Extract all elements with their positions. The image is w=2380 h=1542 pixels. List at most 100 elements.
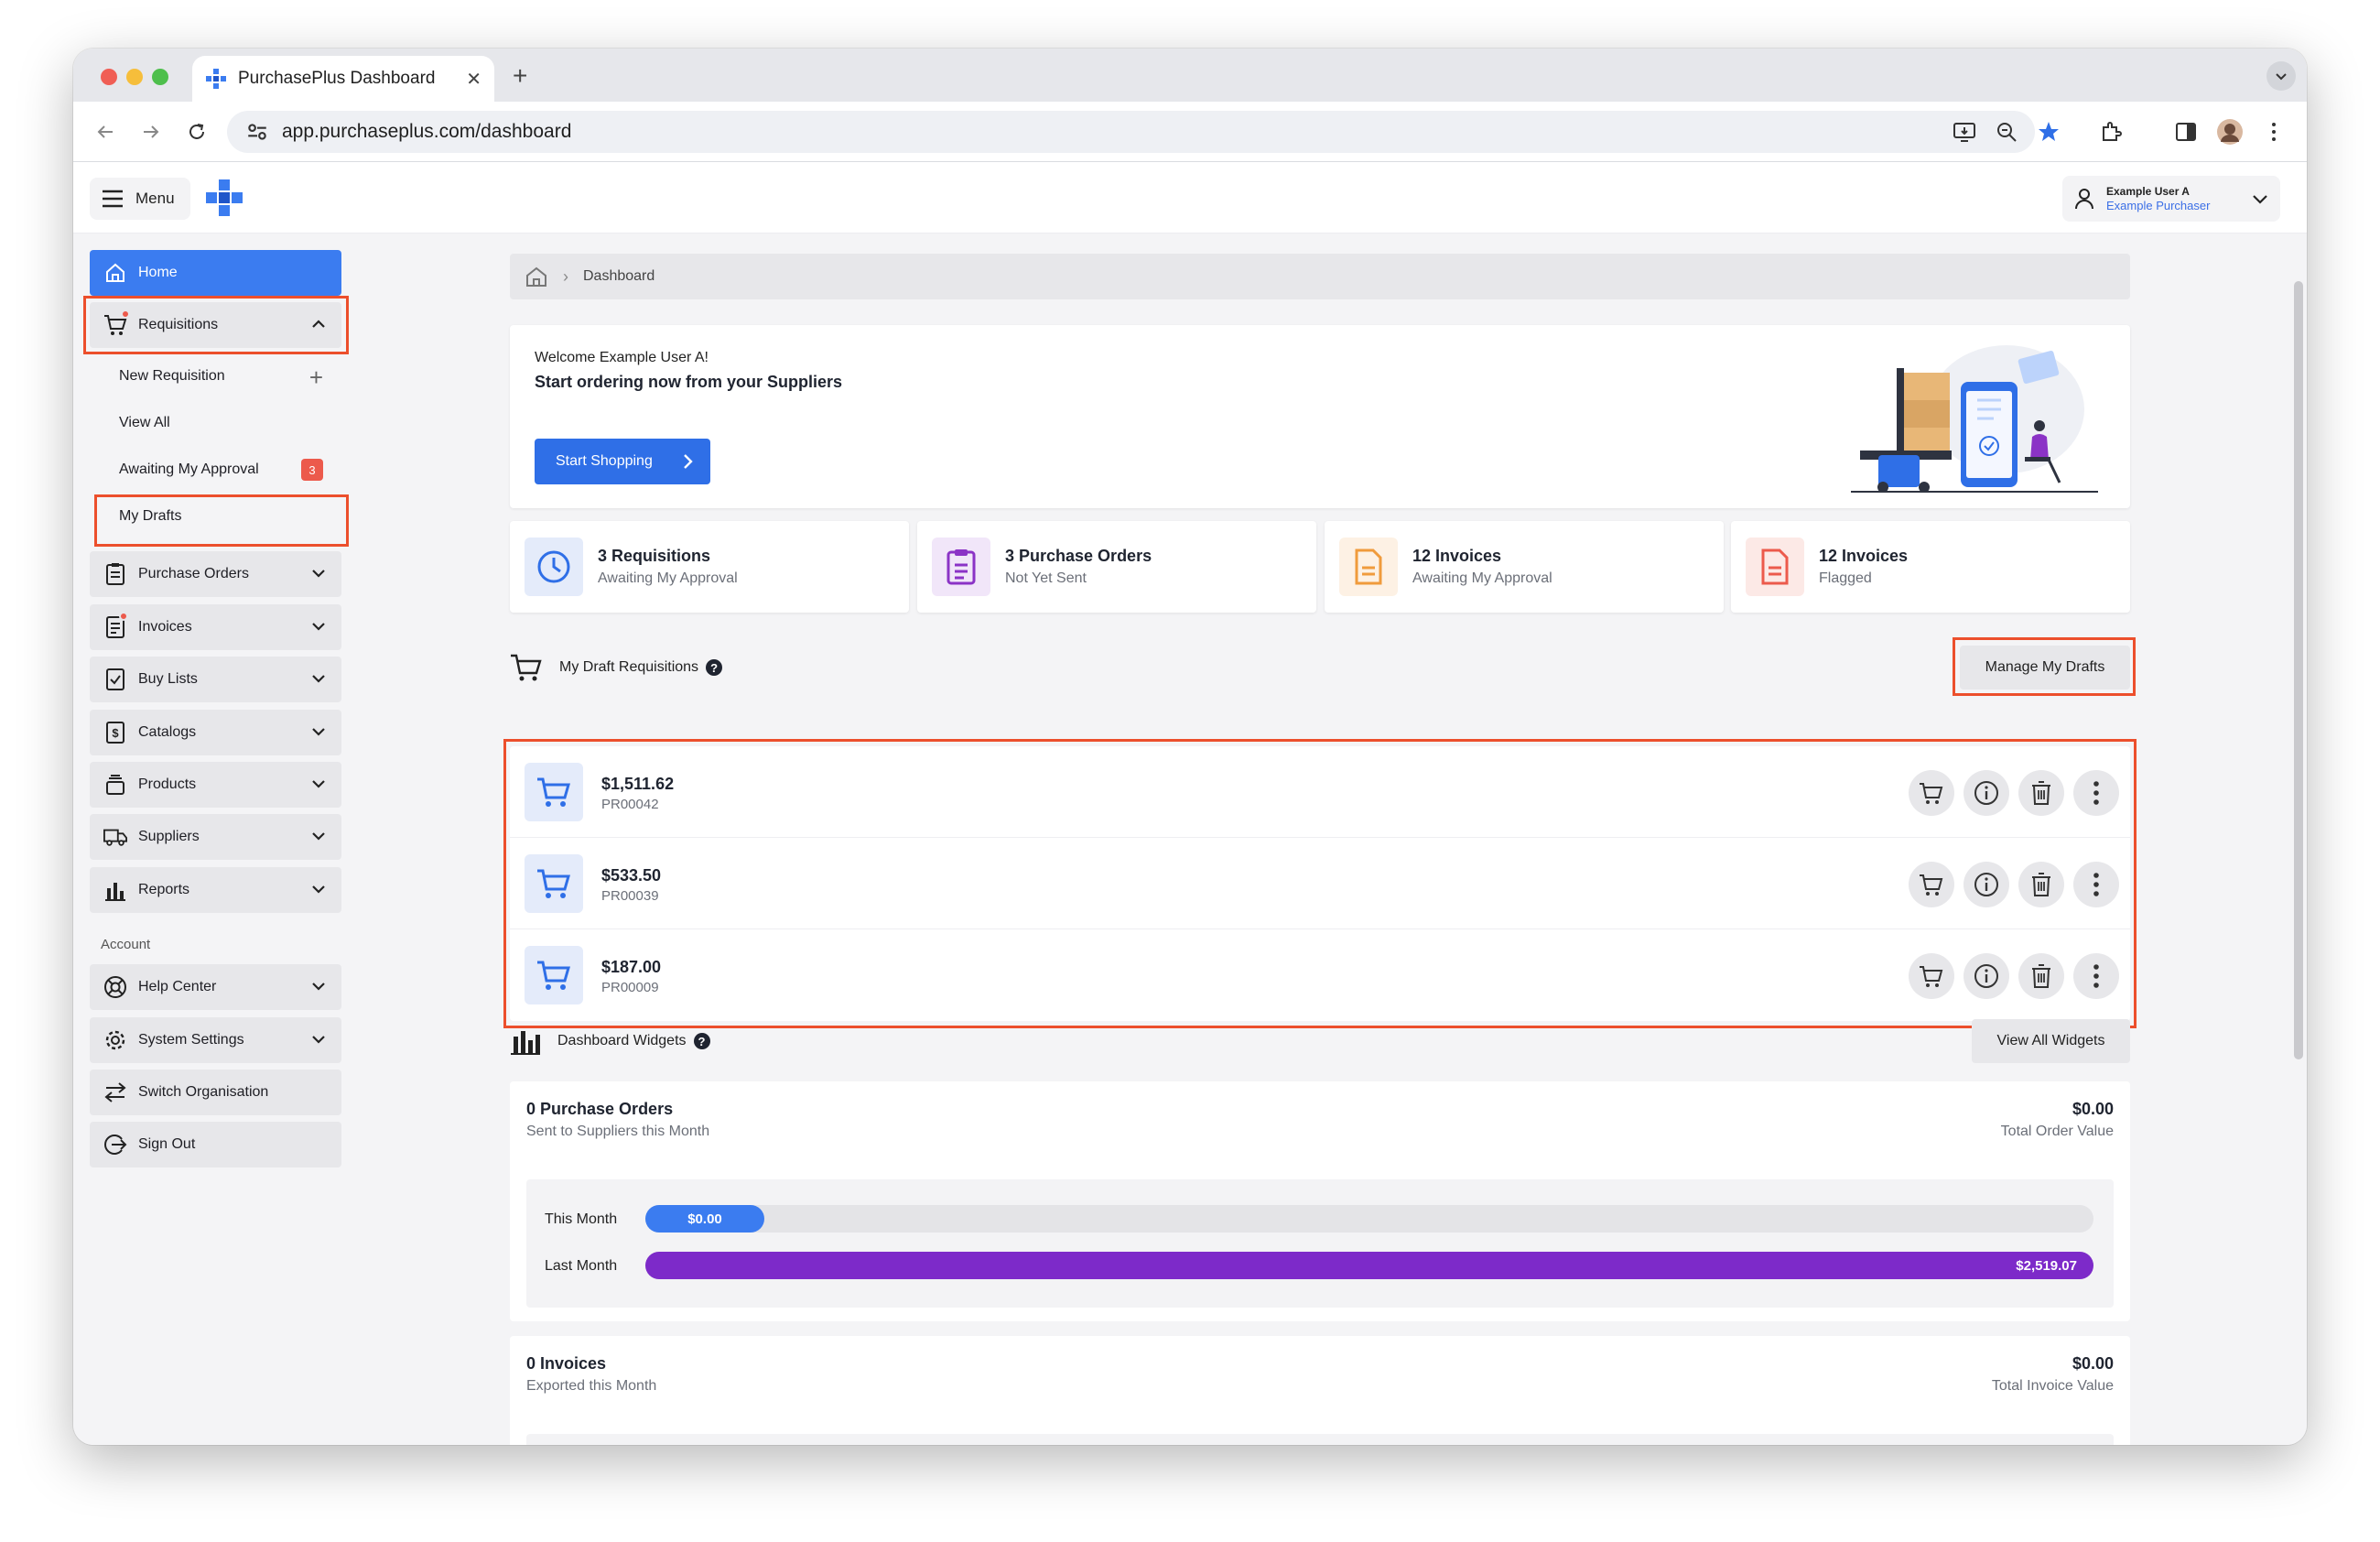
maximize-window-button[interactable]	[152, 69, 168, 85]
start-shopping-label: Start Shopping	[556, 453, 653, 469]
sidebar-item-switch-organisation[interactable]: Switch Organisation	[90, 1070, 341, 1115]
sidebar-item-sign-out[interactable]: Sign Out	[90, 1122, 341, 1167]
purchase-orders-widget: 0 Purchase Orders Sent to Suppliers this…	[510, 1081, 2130, 1321]
chevron-down-icon	[312, 675, 325, 683]
drafts-section-header: My Draft Requisitions ?	[510, 649, 723, 686]
menu-button[interactable]: Menu	[90, 178, 190, 220]
widgets-heading: Dashboard Widgets	[557, 1033, 687, 1048]
widget-title: 0 Purchase Orders	[526, 1100, 674, 1118]
bar-label-this-month: This Month	[545, 1211, 618, 1227]
breadcrumb: › Dashboard	[510, 254, 2130, 299]
widget-bar-panel	[526, 1434, 2114, 1445]
sidebar-item-suppliers[interactable]: Suppliers	[90, 814, 341, 860]
app-content: Menu Example User A Example Purchaser Ho…	[73, 162, 2307, 1445]
highlight-box	[503, 739, 2137, 1028]
tab-strip: PurchasePlus Dashboard ✕ +	[73, 49, 2307, 102]
help-icon[interactable]: ?	[706, 659, 723, 676]
close-window-button[interactable]	[101, 69, 117, 85]
sidebar-subitem-new-requisition[interactable]: New Requisition +	[119, 358, 341, 395]
app-header: Menu Example User A Example Purchaser	[73, 162, 2307, 233]
home-icon	[103, 261, 127, 285]
side-panel-button[interactable]	[2171, 117, 2201, 147]
widget-value-label: Total Order Value	[2000, 1124, 2114, 1139]
stat-card-purchase-orders[interactable]: 3 Purchase Orders Not Yet Sent	[917, 521, 1316, 613]
sidebar-item-label: Catalogs	[138, 724, 197, 740]
user-menu[interactable]: Example User A Example Purchaser	[2062, 176, 2280, 222]
sign-out-icon	[103, 1133, 127, 1156]
view-all-widgets-button[interactable]: View All Widgets	[1972, 1019, 2130, 1063]
plus-icon[interactable]: +	[309, 364, 323, 392]
tab-close-icon[interactable]: ✕	[466, 68, 481, 91]
stat-subtitle: Awaiting My Approval	[598, 570, 738, 586]
sidebar-item-products[interactable]: Products	[90, 762, 341, 808]
clipboard-list-icon	[932, 538, 990, 596]
tab-search-button[interactable]	[2266, 61, 2296, 91]
chevron-down-icon	[2253, 195, 2267, 204]
install-app-icon	[1953, 123, 1975, 142]
bookmark-button[interactable]	[2034, 117, 2063, 147]
home-icon[interactable]	[525, 266, 548, 288]
stat-title: 12 Invoices	[1819, 547, 1909, 565]
browser-tab[interactable]: PurchasePlus Dashboard ✕	[192, 56, 494, 102]
sidebar-item-help-center[interactable]: Help Center	[90, 964, 341, 1010]
stat-title: 12 Invoices	[1412, 547, 1502, 565]
sidebar-item-catalogs[interactable]: $ Catalogs	[90, 710, 341, 755]
breadcrumb-current: Dashboard	[583, 268, 655, 284]
bar-track-this-month: $0.00	[645, 1205, 2093, 1233]
user-info: Example User A Example Purchaser	[2106, 184, 2251, 213]
subitem-label: Awaiting My Approval	[119, 462, 259, 477]
site-settings-icon[interactable]	[245, 120, 269, 144]
sidebar-item-label: Invoices	[138, 619, 192, 635]
sidebar-item-label: Switch Organisation	[138, 1084, 269, 1100]
view-all-widgets-label: View All Widgets	[1996, 1033, 2105, 1048]
more-vertical-icon	[2272, 123, 2276, 141]
help-icon[interactable]: ?	[693, 1033, 710, 1049]
count-badge: 3	[301, 459, 323, 481]
zoom-button[interactable]	[1992, 117, 2021, 147]
sidebar-item-label: Home	[138, 265, 178, 280]
chevron-down-icon	[312, 728, 325, 736]
back-button[interactable]	[92, 118, 119, 146]
stat-card-invoices-approval[interactable]: 12 Invoices Awaiting My Approval	[1325, 521, 1724, 613]
stat-card-requisitions[interactable]: 3 Requisitions Awaiting My Approval	[510, 521, 909, 613]
sidebar-item-buy-lists[interactable]: Buy Lists	[90, 657, 341, 702]
browser-menu-button[interactable]	[2259, 117, 2288, 147]
purchaseplus-logo-icon[interactable]	[204, 178, 244, 218]
sidebar-subitem-view-all[interactable]: View All	[119, 405, 341, 441]
checklist-icon	[103, 668, 127, 691]
welcome-greeting: Welcome Example User A!	[535, 350, 709, 365]
lifebuoy-icon	[103, 975, 127, 999]
sidebar-subitem-awaiting-approval[interactable]: Awaiting My Approval 3	[119, 451, 341, 488]
address-bar[interactable]: app.purchaseplus.com/dashboard	[227, 111, 2035, 153]
stat-card-invoices-flagged[interactable]: 12 Invoices Flagged	[1731, 521, 2130, 613]
start-shopping-button[interactable]: Start Shopping	[535, 439, 710, 484]
sidebar-item-system-settings[interactable]: System Settings	[90, 1017, 341, 1063]
sidebar-item-label: Purchase Orders	[138, 566, 249, 581]
breadcrumb-separator-icon: ›	[563, 266, 568, 286]
bar-track-last-month: $2,519.07	[645, 1252, 2093, 1279]
chevron-down-icon	[312, 832, 325, 841]
reload-button[interactable]	[183, 118, 211, 146]
user-role: Example Purchaser	[2106, 199, 2211, 212]
forward-button[interactable]	[137, 118, 165, 146]
zoom-icon	[1997, 123, 2017, 142]
sidebar-item-label: Help Center	[138, 979, 217, 994]
subitem-label: View All	[119, 415, 170, 430]
shopping-illustration	[1851, 345, 2098, 493]
extensions-button[interactable]	[2096, 117, 2126, 147]
minimize-window-button[interactable]	[126, 69, 143, 85]
sidebar-item-home[interactable]: Home	[90, 250, 341, 296]
page-scrollbar[interactable]	[2294, 281, 2303, 1059]
sidebar-item-reports[interactable]: Reports	[90, 867, 341, 913]
chevron-down-icon	[312, 983, 325, 991]
cast-button[interactable]	[1950, 117, 1979, 147]
notification-dot	[119, 612, 128, 621]
sidebar-item-purchase-orders[interactable]: Purchase Orders	[90, 551, 341, 597]
sidebar-item-label: Reports	[138, 882, 190, 897]
new-tab-button[interactable]: +	[513, 61, 527, 91]
document-icon	[1339, 538, 1398, 596]
widget-subtitle: Exported this Month	[526, 1378, 657, 1394]
sidebar-item-invoices[interactable]: Invoices	[90, 604, 341, 650]
browser-toolbar: app.purchaseplus.com/dashboard	[73, 102, 2307, 162]
profile-avatar[interactable]	[2215, 117, 2245, 147]
